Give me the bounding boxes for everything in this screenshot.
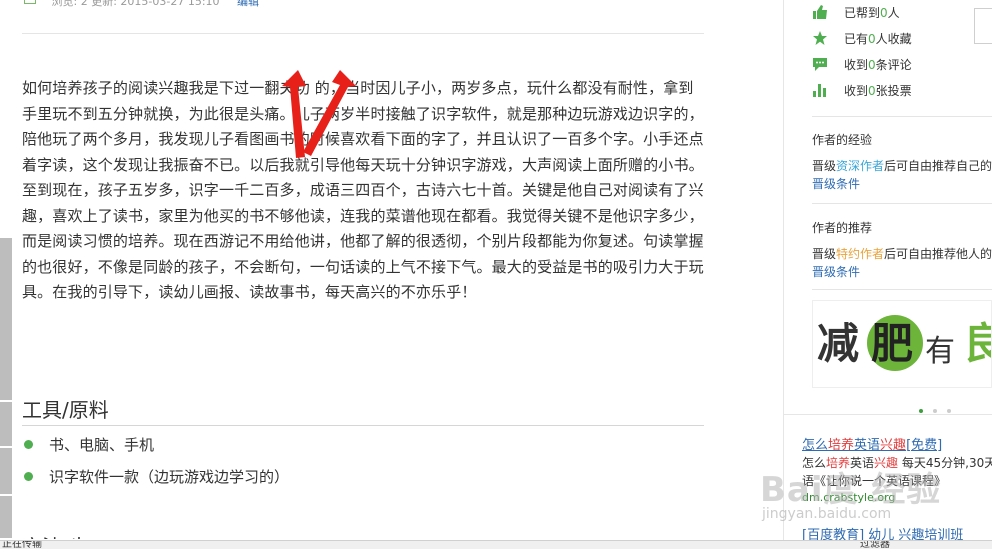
meta-icon — [24, 0, 36, 4]
sidebar-divider — [783, 414, 992, 415]
level-special-link[interactable]: 特约作者 — [836, 247, 884, 261]
bullet-icon — [24, 440, 33, 449]
filter-label[interactable]: 过滤器 — [860, 541, 890, 549]
carousel-dot[interactable] — [947, 409, 951, 413]
edit-link[interactable]: 编辑 — [237, 0, 259, 8]
sidebar-divider — [812, 203, 992, 204]
status-bar: 正在传输 过滤器 — [0, 540, 992, 549]
tools-list: 书、电脑、手机 识字软件一款（边玩游戏边学习的） — [24, 432, 289, 496]
stat-comments: 收到0条评论 — [812, 55, 992, 75]
section-divider — [22, 425, 704, 426]
list-item: 识字软件一款（边玩游戏边学习的） — [24, 464, 289, 496]
side-tab[interactable] — [974, 8, 992, 44]
author-exp-title: 作者的经验 — [812, 133, 873, 147]
baidu-watermark: Bai度 经验 — [760, 470, 942, 510]
author-rec-text: 晋级特约作者后可自由推荐他人的 — [812, 247, 992, 261]
article-body: 如何培养孩子的阅读兴趣我是下过一翻夫功 的，当时因儿子小，两岁多点，玩什么都没有… — [22, 79, 704, 301]
stat-count: 0 — [868, 32, 876, 46]
comment-icon — [813, 58, 827, 71]
stat-votes: 收到0张投票 — [812, 81, 992, 101]
level-senior-link[interactable]: 资深作者 — [836, 159, 884, 173]
ad-char: 减 — [817, 319, 860, 368]
carousel-dot[interactable] — [933, 409, 937, 413]
steps-section-title: 方法/步骤 — [22, 531, 102, 539]
ad-char: 有 — [925, 334, 955, 369]
sidebar-divider — [812, 116, 992, 117]
article-meta: 浏览: 2 更新: 2015-03-27 15:10 编辑 — [24, 0, 259, 8]
star-icon — [813, 31, 827, 45]
thumbs-up-icon — [813, 5, 827, 19]
tools-section-title: 工具/原料 — [22, 398, 109, 422]
recommend-link[interactable]: 怎么培养英语兴趣[免费] — [802, 434, 942, 453]
stat-count: 0 — [868, 84, 876, 98]
meta-line: 浏览: 2 更新: 2015-03-27 15:10 — [51, 0, 220, 8]
author-rec-title: 作者的推荐 — [812, 221, 873, 235]
left-scroll-strip — [0, 238, 12, 538]
author-exp-text: 晋级资深作者后可自由推荐自己的 — [812, 159, 992, 173]
stat-count: 0 — [880, 6, 888, 20]
upgrade-conditions-link[interactable]: 晋级条件 — [812, 175, 860, 192]
carousel-dot[interactable] — [919, 409, 923, 413]
ad-char: 良 — [963, 319, 991, 369]
divider — [22, 33, 704, 34]
watermark-url: jingyan.baidu.com — [762, 506, 892, 522]
bullet-icon — [24, 472, 33, 481]
ad-char: 肥 — [871, 319, 914, 368]
stat-favorites: 已有0人收藏 — [812, 29, 992, 49]
ad-banner[interactable]: 减 肥 有 良 — [812, 300, 992, 388]
status-text: 正在传输 — [2, 540, 42, 549]
stat-helped: 已帮到0人 — [812, 3, 992, 23]
stat-count: 0 — [868, 58, 876, 72]
upgrade-conditions-link[interactable]: 晋级条件 — [812, 263, 860, 280]
sidebar-divider — [812, 289, 992, 290]
list-item: 书、电脑、手机 — [24, 432, 289, 464]
bar-chart-icon — [813, 84, 826, 97]
